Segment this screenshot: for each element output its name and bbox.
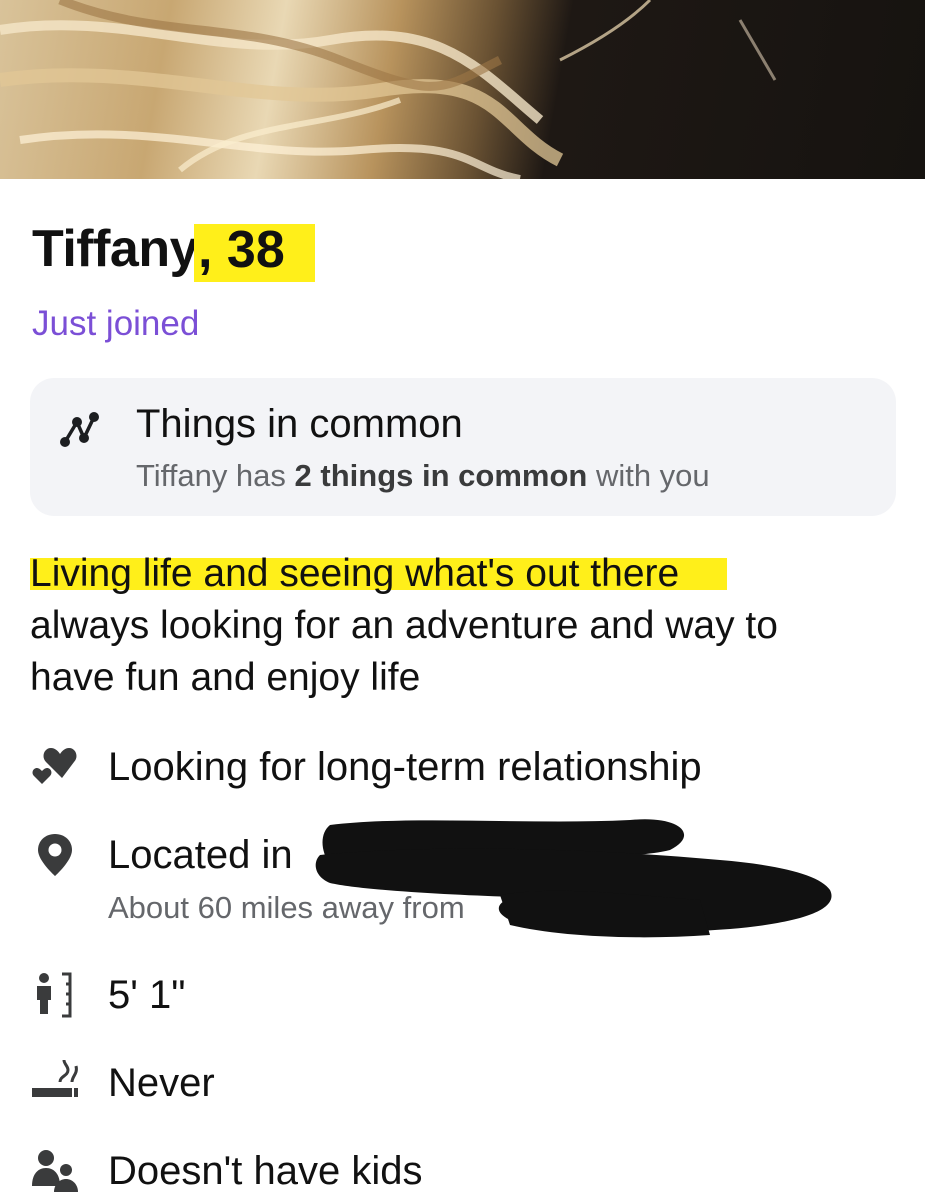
common-title: Things in common [136, 402, 463, 446]
looking-for-text: Looking for long-term relationship [108, 745, 702, 789]
profile-name: Tiffany [32, 220, 199, 278]
hearts-icon [32, 748, 77, 784]
bio-highlight: Living life and seeing what's out there [30, 552, 728, 595]
kids-text: Doesn't have kids [108, 1149, 423, 1193]
smoking-icon [32, 1059, 78, 1097]
bio-line-1: Living life and seeing what's out there [30, 548, 910, 600]
age-highlight: , 38 [194, 224, 315, 282]
bio: Living life and seeing what's out there … [30, 548, 910, 704]
height-icon [37, 972, 72, 1018]
location-pin-icon [38, 834, 72, 876]
profile-age: , 38 [198, 221, 285, 279]
kids-icon [32, 1150, 78, 1192]
bio-line-2: always looking for an adventure and way … [30, 604, 778, 647]
redaction-mark [315, 819, 832, 938]
connection-icon [60, 412, 99, 447]
common-subtitle: Tiffany has 2 things in common with you [136, 456, 710, 496]
common-sub-suffix: with you [587, 458, 710, 493]
location-text: Located in [108, 833, 293, 877]
profile-header: Tiffany, 38 [32, 214, 315, 284]
common-count: 2 things in common [294, 458, 588, 493]
smoking-text: Never [108, 1061, 215, 1105]
things-in-common-card[interactable]: Things in common Tiffany has 2 things in… [30, 378, 896, 516]
bio-line-3: have fun and enjoy life [30, 656, 421, 699]
profile-photo[interactable] [0, 0, 925, 179]
common-sub-prefix: Tiffany has [136, 458, 295, 493]
join-status: Just joined [32, 304, 200, 343]
height-text: 5' 1" [108, 973, 186, 1017]
